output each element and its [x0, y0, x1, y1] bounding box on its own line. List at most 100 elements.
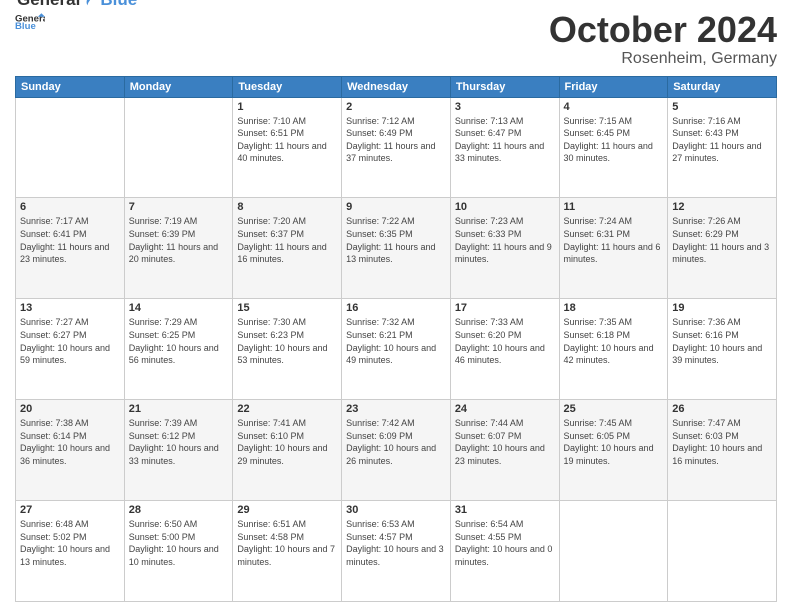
calendar-cell: 11 Sunrise: 7:24 AMSunset: 6:31 PMDayligh…: [559, 198, 668, 299]
calendar-cell: 18 Sunrise: 7:35 AMSunset: 6:18 PMDayligh…: [559, 299, 668, 400]
day-number: 1: [237, 101, 337, 113]
day-info: Sunrise: 7:35 AMSunset: 6:18 PMDaylight:…: [564, 316, 664, 366]
calendar-cell: 15 Sunrise: 7:30 AMSunset: 6:23 PMDayligh…: [233, 299, 342, 400]
day-info: Sunrise: 7:47 AMSunset: 6:03 PMDaylight:…: [672, 417, 772, 467]
day-info: Sunrise: 7:38 AMSunset: 6:14 PMDaylight:…: [20, 417, 120, 467]
day-number: 27: [20, 504, 120, 516]
month-title: October 2024: [549, 10, 777, 50]
day-info: Sunrise: 7:17 AMSunset: 6:41 PMDaylight:…: [20, 215, 120, 265]
day-number: 16: [346, 302, 446, 314]
day-info: Sunrise: 7:12 AMSunset: 6:49 PMDaylight:…: [346, 115, 446, 165]
calendar-cell: 17 Sunrise: 7:33 AMSunset: 6:20 PMDayligh…: [450, 299, 559, 400]
calendar-cell: 6 Sunrise: 7:17 AMSunset: 6:41 PMDaylight…: [16, 198, 125, 299]
svg-text:Blue: Blue: [15, 21, 36, 30]
calendar-cell: 22Sunrise: 7:41 AMSunset: 6:10 PMDayligh…: [233, 400, 342, 501]
day-info: Sunrise: 7:29 AMSunset: 6:25 PMDaylight:…: [129, 316, 229, 366]
day-info: Sunrise: 7:44 AMSunset: 6:07 PMDaylight:…: [455, 417, 555, 467]
day-number: 26: [672, 403, 772, 415]
calendar-week-row: 20 Sunrise: 7:38 AMSunset: 6:14 PMDayligh…: [16, 400, 777, 501]
day-number: 29: [237, 504, 337, 516]
header-monday: Monday: [124, 76, 233, 97]
day-number: 6: [20, 201, 120, 213]
calendar-cell: 12 Sunrise: 7:26 AMSunset: 6:29 PMDayligh…: [668, 198, 777, 299]
day-info: Sunrise: 7:16 AMSunset: 6:43 PMDaylight:…: [672, 115, 772, 165]
title-area: October 2024 Rosenheim, Germany: [549, 10, 777, 68]
day-number: 21: [129, 403, 229, 415]
header-wednesday: Wednesday: [342, 76, 451, 97]
header-thursday: Thursday: [450, 76, 559, 97]
day-number: 4: [564, 101, 664, 113]
day-number: 25: [564, 403, 664, 415]
calendar-cell: 2Sunrise: 7:12 AMSunset: 6:49 PMDaylight…: [342, 97, 451, 198]
calendar-cell: 8 Sunrise: 7:20 AMSunset: 6:37 PMDaylight…: [233, 198, 342, 299]
calendar-cell: 25 Sunrise: 7:45 AMSunset: 6:05 PMDayligh…: [559, 400, 668, 501]
day-number: 15: [237, 302, 337, 314]
calendar-cell: 20 Sunrise: 7:38 AMSunset: 6:14 PMDayligh…: [16, 400, 125, 501]
day-info: Sunrise: 7:26 AMSunset: 6:29 PMDaylight:…: [672, 215, 772, 265]
calendar-cell: 5 Sunrise: 7:16 AMSunset: 6:43 PMDaylight…: [668, 97, 777, 198]
calendar-cell: 9 Sunrise: 7:22 AMSunset: 6:35 PMDaylight…: [342, 198, 451, 299]
calendar-week-row: 27Sunrise: 6:48 AMSunset: 5:02 PMDayligh…: [16, 501, 777, 602]
calendar-cell: [668, 501, 777, 602]
header-friday: Friday: [559, 76, 668, 97]
calendar-cell: 28Sunrise: 6:50 AMSunset: 5:00 PMDayligh…: [124, 501, 233, 602]
day-info: Sunrise: 7:22 AMSunset: 6:35 PMDaylight:…: [346, 215, 446, 265]
day-number: 12: [672, 201, 772, 213]
calendar-cell: [559, 501, 668, 602]
day-info: Sunrise: 7:15 AMSunset: 6:45 PMDaylight:…: [564, 115, 664, 165]
header-saturday: Saturday: [668, 76, 777, 97]
calendar-cell: [124, 97, 233, 198]
logo-blue: Blue: [100, 0, 137, 10]
day-number: 14: [129, 302, 229, 314]
day-number: 20: [20, 403, 120, 415]
header-tuesday: Tuesday: [233, 76, 342, 97]
weekday-header-row: Sunday Monday Tuesday Wednesday Thursday…: [16, 76, 777, 97]
calendar-cell: 27Sunrise: 6:48 AMSunset: 5:02 PMDayligh…: [16, 501, 125, 602]
day-number: 3: [455, 101, 555, 113]
calendar-cell: 19Sunrise: 7:36 AMSunset: 6:16 PMDayligh…: [668, 299, 777, 400]
day-info: Sunrise: 7:32 AMSunset: 6:21 PMDaylight:…: [346, 316, 446, 366]
day-number: 8: [237, 201, 337, 213]
day-number: 17: [455, 302, 555, 314]
calendar-cell: 24 Sunrise: 7:44 AMSunset: 6:07 PMDayligh…: [450, 400, 559, 501]
day-info: Sunrise: 7:33 AMSunset: 6:20 PMDaylight:…: [455, 316, 555, 366]
day-info: Sunrise: 7:19 AMSunset: 6:39 PMDaylight:…: [129, 215, 229, 265]
day-number: 7: [129, 201, 229, 213]
page: General Blue General Blue October 2024 R…: [0, 0, 792, 612]
day-info: Sunrise: 6:54 AMSunset: 4:55 PMDaylight:…: [455, 518, 555, 568]
day-number: 24: [455, 403, 555, 415]
day-info: Sunrise: 7:45 AMSunset: 6:05 PMDaylight:…: [564, 417, 664, 467]
calendar-cell: 10Sunrise: 7:23 AMSunset: 6:33 PMDayligh…: [450, 198, 559, 299]
day-info: Sunrise: 7:10 AMSunset: 6:51 PMDaylight:…: [237, 115, 337, 165]
calendar-cell: 4 Sunrise: 7:15 AMSunset: 6:45 PMDaylight…: [559, 97, 668, 198]
day-info: Sunrise: 7:24 AMSunset: 6:31 PMDaylight:…: [564, 215, 664, 265]
calendar-cell: 31 Sunrise: 6:54 AMSunset: 4:55 PMDayligh…: [450, 501, 559, 602]
day-number: 5: [672, 101, 772, 113]
day-number: 31: [455, 504, 555, 516]
day-info: Sunrise: 7:20 AMSunset: 6:37 PMDaylight:…: [237, 215, 337, 265]
day-info: Sunrise: 7:13 AMSunset: 6:47 PMDaylight:…: [455, 115, 555, 165]
calendar-cell: 30 Sunrise: 6:53 AMSunset: 4:57 PMDayligh…: [342, 501, 451, 602]
logo-general: General: [17, 0, 80, 10]
calendar-cell: 26 Sunrise: 7:47 AMSunset: 6:03 PMDayligh…: [668, 400, 777, 501]
day-number: 19: [672, 302, 772, 314]
day-info: Sunrise: 6:53 AMSunset: 4:57 PMDaylight:…: [346, 518, 446, 568]
calendar-cell: 3 Sunrise: 7:13 AMSunset: 6:47 PMDaylight…: [450, 97, 559, 198]
day-number: 28: [129, 504, 229, 516]
calendar-cell: 16 Sunrise: 7:32 AMSunset: 6:21 PMDayligh…: [342, 299, 451, 400]
location-subtitle: Rosenheim, Germany: [549, 50, 777, 68]
calendar-cell: 23Sunrise: 7:42 AMSunset: 6:09 PMDayligh…: [342, 400, 451, 501]
day-number: 13: [20, 302, 120, 314]
day-number: 11: [564, 201, 664, 213]
day-info: Sunrise: 7:30 AMSunset: 6:23 PMDaylight:…: [237, 316, 337, 366]
logo-icon: General Blue: [15, 12, 45, 30]
day-info: Sunrise: 7:42 AMSunset: 6:09 PMDaylight:…: [346, 417, 446, 467]
day-number: 9: [346, 201, 446, 213]
header-sunday: Sunday: [16, 76, 125, 97]
day-number: 30: [346, 504, 446, 516]
calendar-week-row: 1 Sunrise: 7:10 AMSunset: 6:51 PMDaylight…: [16, 97, 777, 198]
header: General Blue General Blue October 2024 R…: [15, 10, 777, 68]
day-info: Sunrise: 7:39 AMSunset: 6:12 PMDaylight:…: [129, 417, 229, 467]
day-info: Sunrise: 7:23 AMSunset: 6:33 PMDaylight:…: [455, 215, 555, 265]
day-number: 18: [564, 302, 664, 314]
